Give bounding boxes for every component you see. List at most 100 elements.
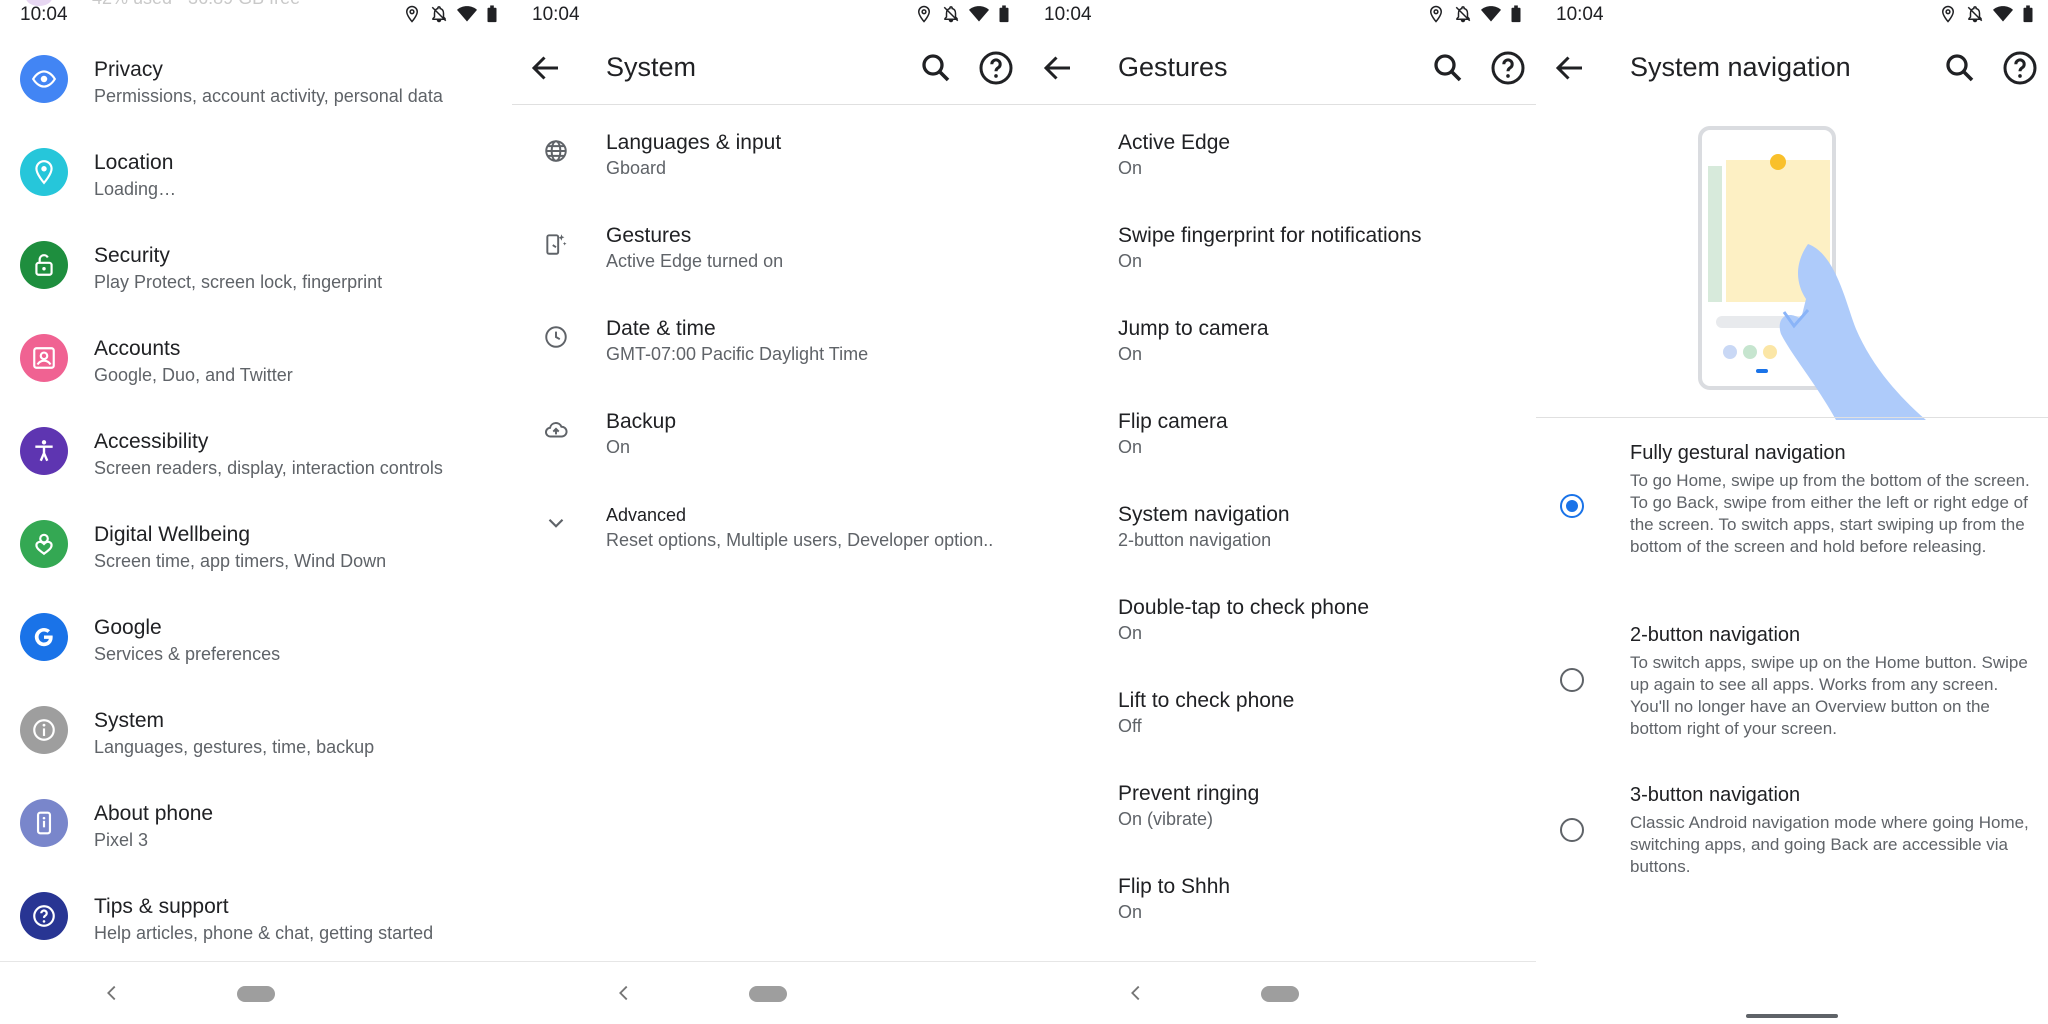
privacy-eye-icon	[20, 55, 68, 103]
system-item-date-time[interactable]: Date & time GMT-07:00 Pacific Daylight Ti…	[512, 291, 1024, 384]
info-icon	[20, 706, 68, 754]
radio-button[interactable]	[1560, 818, 1584, 842]
gesture-item-title: Active Edge	[1118, 131, 1231, 154]
settings-item-accessibility[interactable]: Accessibility Screen readers, display, in…	[0, 404, 512, 497]
location-status-icon	[1429, 5, 1443, 23]
status-bar: 10:04	[1536, 0, 2048, 32]
system-item-summary: On	[606, 437, 631, 457]
back-arrow-icon[interactable]	[1040, 50, 1076, 86]
settings-item-tips-support[interactable]: Tips & support Help articles, phone & cha…	[0, 869, 512, 962]
settings-item-privacy[interactable]: Privacy Permissions, account activity, pe…	[0, 32, 512, 125]
battery-icon	[999, 5, 1009, 23]
gesture-item-prevent-ringing[interactable]: Prevent ringing On (vibrate)	[1024, 756, 1536, 849]
nav-home-pill[interactable]	[749, 986, 787, 1002]
wifi-icon	[1993, 6, 2013, 22]
settings-item-system[interactable]: System Languages, gestures, time, backup	[0, 683, 512, 776]
gesture-item-summary: On	[1118, 902, 1143, 922]
settings-item-summary: Play Protect, screen lock, fingerprint	[94, 272, 383, 292]
search-icon[interactable]	[918, 50, 954, 86]
nav-back-icon[interactable]	[613, 982, 635, 1004]
location-pin-icon	[20, 148, 68, 196]
settings-item-about-phone[interactable]: About phone Pixel 3	[0, 776, 512, 869]
system-item-title: Date & time	[606, 317, 716, 340]
settings-item-title: Google	[94, 616, 162, 639]
mute-bell-icon	[431, 6, 447, 23]
wifi-icon	[457, 6, 477, 22]
app-bar: System	[512, 32, 1024, 105]
settings-item-summary: Loading…	[94, 179, 177, 199]
gesture-item-summary: On	[1118, 623, 1143, 643]
settings-item-location[interactable]: Location Loading…	[0, 125, 512, 218]
settings-item-title: About phone	[94, 802, 214, 825]
nav-home-pill[interactable]	[1261, 986, 1299, 1002]
mute-bell-icon	[1455, 6, 1471, 23]
system-item-gestures[interactable]: Gestures Active Edge turned on	[512, 198, 1024, 291]
settings-item-summary: Permissions, account activity, personal …	[94, 86, 443, 106]
nav-home-pill[interactable]	[237, 986, 275, 1002]
system-item-languages-input[interactable]: Languages & input Gboard	[512, 105, 1024, 198]
gesture-handle[interactable]	[1746, 1014, 1838, 1018]
settings-item-security[interactable]: Security Play Protect, screen lock, finge…	[0, 218, 512, 311]
gesture-item-system-navigation[interactable]: System navigation 2-button navigation	[1024, 477, 1536, 570]
lock-icon	[20, 241, 68, 289]
settings-item-summary: Pixel 3	[94, 830, 149, 850]
gesture-phone-icon	[534, 222, 578, 266]
system-item-title: Backup	[606, 410, 677, 433]
settings-item-title: Security	[94, 244, 170, 267]
gesture-item-title: Prevent ringing	[1118, 782, 1260, 805]
status-time: 10:04	[1556, 4, 1604, 25]
battery-icon	[2023, 5, 2033, 23]
gesture-item-title: Flip to Shhh	[1118, 875, 1231, 898]
clock-icon	[534, 315, 578, 359]
settings-item-google[interactable]: Google Services & preferences	[0, 590, 512, 683]
cloud-upload-icon	[534, 408, 578, 452]
back-arrow-icon[interactable]	[1552, 50, 1588, 86]
nav-back-icon[interactable]	[101, 982, 123, 1004]
settings-item-digital-wellbeing[interactable]: Digital Wellbeing Screen time, app timers…	[0, 497, 512, 590]
account-box-icon	[20, 334, 68, 382]
gesture-item-summary: On (vibrate)	[1118, 809, 1214, 829]
system-navigation-panel: 10:04 System navigation Fully gestural n…	[1536, 0, 2048, 1024]
settings-item-summary: Help articles, phone & chat, getting sta…	[94, 923, 434, 943]
gesture-item-active-edge[interactable]: Active Edge On	[1024, 105, 1536, 198]
help-icon[interactable]	[978, 50, 1014, 86]
help-icon[interactable]	[2002, 50, 2038, 86]
accessibility-icon	[20, 427, 68, 475]
settings-item-title: Accounts	[94, 337, 181, 360]
gesture-item-double-tap-to-check-phone[interactable]: Double-tap to check phone On	[1024, 570, 1536, 663]
settings-panel: 42% used · 36.89 GB free 10:04 PrivacyPe…	[0, 0, 512, 1024]
help-icon	[20, 892, 68, 940]
settings-item-accounts[interactable]: Accounts Google, Duo, and Twitter	[0, 311, 512, 404]
gesture-item-lift-to-check-phone[interactable]: Lift to check phone Off	[1024, 663, 1536, 756]
location-status-icon	[1941, 5, 1955, 23]
battery-icon	[487, 5, 497, 23]
settings-item-summary: Services & preferences	[94, 644, 281, 664]
gesture-item-flip-to-shhh[interactable]: Flip to Shhh On	[1024, 849, 1536, 942]
nav-bar	[1024, 961, 1536, 1024]
nav-back-icon[interactable]	[1125, 982, 1147, 1004]
wifi-icon	[1481, 6, 1501, 22]
divider	[1536, 417, 2048, 418]
system-item-advanced[interactable]: Advanced Reset options, Multiple users, D…	[512, 477, 1024, 570]
gesture-item-title: Flip camera	[1118, 410, 1228, 433]
app-bar: System navigation	[1536, 32, 2048, 104]
nav-option-description: To switch apps, swipe up on the Home but…	[1630, 653, 2028, 738]
gesture-item-summary: Off	[1118, 716, 1142, 736]
settings-item-summary: Screen time, app timers, Wind Down	[94, 551, 387, 571]
gesture-item-summary: On	[1118, 437, 1143, 457]
radio-button[interactable]	[1560, 668, 1584, 692]
gesture-item-jump-to-camera[interactable]: Jump to camera On	[1024, 291, 1536, 384]
radio-button[interactable]	[1560, 494, 1584, 518]
gesture-item-swipe-fingerprint-for-notifications[interactable]: Swipe fingerprint for notifications On	[1024, 198, 1536, 291]
search-icon[interactable]	[1942, 50, 1978, 86]
help-icon[interactable]	[1490, 50, 1526, 86]
gesture-item-summary: On	[1118, 158, 1143, 178]
nav-option-title: 3-button navigation	[1630, 784, 1801, 806]
gesture-item-title: System navigation	[1118, 503, 1290, 526]
settings-item-summary: Languages, gestures, time, backup	[94, 737, 375, 757]
back-arrow-icon[interactable]	[528, 50, 564, 86]
system-item-backup[interactable]: Backup On	[512, 384, 1024, 477]
battery-icon	[1511, 5, 1521, 23]
gesture-item-flip-camera[interactable]: Flip camera On	[1024, 384, 1536, 477]
search-icon[interactable]	[1430, 50, 1466, 86]
